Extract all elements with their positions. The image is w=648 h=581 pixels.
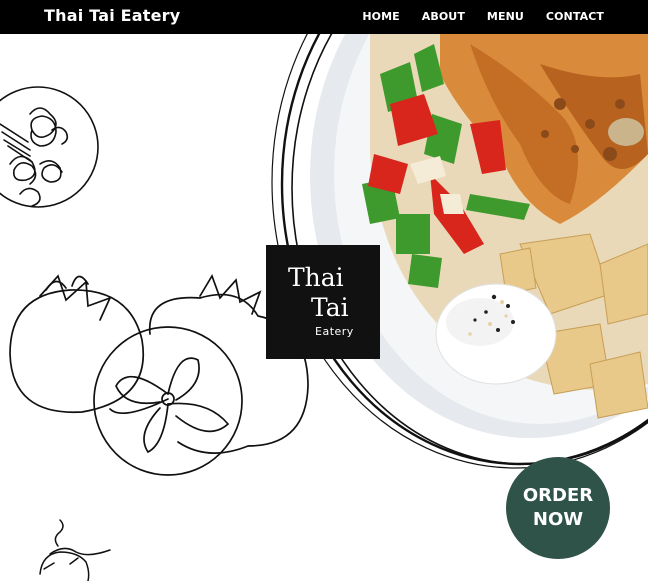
main-nav: HOME ABOUT MENU CONTACT bbox=[362, 10, 604, 23]
nav-contact[interactable]: CONTACT bbox=[546, 10, 604, 23]
nav-home[interactable]: HOME bbox=[362, 10, 399, 23]
noodle-bowl-sketch bbox=[0, 86, 99, 208]
brand-link[interactable]: Thai Tai Eatery bbox=[44, 6, 180, 25]
logo-word-eatery: Eatery bbox=[315, 325, 354, 338]
hero-section: Thai Tai Eatery ORDER NOW bbox=[0, 34, 648, 581]
nav-about[interactable]: ABOUT bbox=[422, 10, 465, 23]
cup-sketch bbox=[39, 519, 111, 581]
tomato-sketch bbox=[9, 274, 309, 476]
restaurant-logo: Thai Tai Eatery bbox=[266, 245, 380, 359]
logo-word-tai: Tai bbox=[311, 293, 349, 322]
logo-word-thai: Thai bbox=[288, 263, 344, 292]
nav-menu[interactable]: MENU bbox=[487, 10, 524, 23]
order-now-line1: ORDER bbox=[522, 485, 594, 506]
order-now-line2: NOW bbox=[532, 509, 584, 530]
order-now-button[interactable]: ORDER NOW bbox=[506, 457, 610, 559]
top-navbar: Thai Tai Eatery HOME ABOUT MENU CONTACT bbox=[0, 0, 648, 34]
